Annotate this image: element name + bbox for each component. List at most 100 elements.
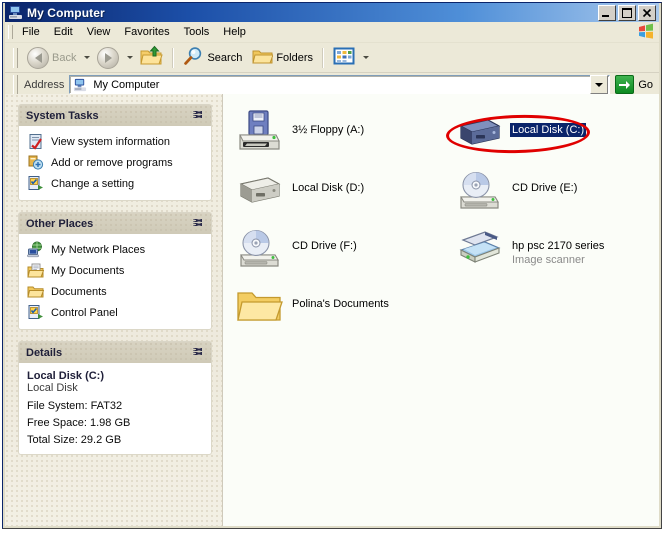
up-button[interactable] [135,45,168,71]
panel-details: Details Local Disk (C:) Local Disk File … [18,341,212,455]
minimize-button[interactable] [598,5,616,21]
place-label: Documents [51,285,107,298]
toolbar-separator-2 [322,47,325,68]
item-local-disk-d[interactable]: Local Disk (D:) [235,166,366,214]
item-polinas-documents[interactable]: Polina's Documents [235,282,391,330]
address-value: My Computer [93,78,160,91]
details-free-space: Free Space: 1.98 GB [27,417,131,429]
forward-button[interactable] [92,45,124,71]
views-button[interactable] [328,45,360,71]
item-local-disk-c[interactable]: Local Disk (C:) [455,108,587,156]
folder-icon [235,282,283,330]
cd-drive-icon [235,224,283,272]
place-my-documents[interactable]: My Documents [27,262,203,279]
item-text: 3½ Floppy (A:) [290,108,366,137]
task-add-or-remove-programs[interactable]: Add or remove programs [27,154,203,171]
item-text: hp psc 2170 series Image scanner [510,224,606,266]
toolbar-grip[interactable] [13,47,18,68]
place-documents[interactable]: Documents [27,283,203,300]
task-label: Add or remove programs [51,156,173,169]
chevron-up-icon[interactable] [191,217,204,230]
panel-other-places: Other Places My Network Places My Docume… [18,212,212,330]
address-label: Address [24,78,65,91]
toolbar: Back Search Folders [5,43,659,73]
green-arrow-icon [615,75,635,94]
menu-edit[interactable]: Edit [47,24,80,41]
menu-bar: File Edit View Favorites Tools Help [5,22,659,43]
address-grip[interactable] [13,74,18,95]
item-label: Local Disk (C:) [510,123,587,137]
folders-label: Folders [276,51,314,64]
folders-button[interactable]: Folders [247,45,318,71]
windows-flag-icon[interactable] [637,23,655,40]
menu-file[interactable]: File [15,24,47,41]
views-dropdown-arrow[interactable] [360,48,371,68]
my-computer-icon [73,78,87,92]
place-control-panel[interactable]: Control Panel [27,304,203,321]
panel-other-places-header[interactable]: Other Places [18,212,212,234]
network-places-icon [27,241,44,258]
control-panel-icon [27,175,44,192]
menu-grip[interactable] [8,25,13,39]
task-label: Change a setting [51,177,135,190]
item-cd-drive-f[interactable]: CD Drive (F:) [235,224,359,272]
control-panel-icon [27,304,44,321]
place-label: My Network Places [51,243,146,256]
close-button[interactable] [638,5,656,21]
address-dropdown-button[interactable] [590,75,609,94]
place-label: Control Panel [51,306,118,319]
go-button[interactable]: Go [610,75,659,94]
details-name: Local Disk (C:) [27,370,105,382]
go-label: Go [638,78,653,91]
item-label: CD Drive (F:) [292,240,357,252]
task-change-a-setting[interactable]: Change a setting [27,175,203,192]
task-label: View system information [51,135,171,148]
title-bar[interactable]: My Computer [5,3,659,22]
chevron-up-icon[interactable] [191,346,204,359]
panel-details-body: Local Disk (C:) Local Disk File System: … [18,363,212,455]
explorer-window: My Computer File Edit View Favorites Too… [2,2,662,529]
panel-system-tasks-header[interactable]: System Tasks [18,104,212,126]
my-computer-icon [8,5,23,20]
back-label: Back [52,51,77,64]
panel-details-header[interactable]: Details [18,341,212,363]
window-inner: My Computer File Edit View Favorites Too… [3,3,661,528]
details-type: Local Disk [27,382,78,394]
cd-drive-icon [455,166,503,214]
chevron-up-icon[interactable] [191,109,204,122]
address-input[interactable]: My Computer [69,75,611,94]
item-text: Polina's Documents [290,282,391,311]
back-arrow-icon [27,46,49,69]
up-folder-icon [140,45,164,70]
item-hp-psc-2170-series[interactable]: hp psc 2170 series Image scanner [455,224,606,272]
maximize-button[interactable] [618,5,636,21]
task-pane: System Tasks View system information Add… [5,94,223,526]
search-button[interactable]: Search [178,45,247,71]
window-controls [598,5,656,21]
forward-arrow-icon [97,46,120,69]
back-button[interactable]: Back [22,45,81,71]
item-cd-drive-e[interactable]: CD Drive (E:) [455,166,579,214]
menu-help[interactable]: Help [216,24,253,41]
menu-view[interactable]: View [80,24,118,41]
window-title: My Computer [27,5,105,20]
forward-dropdown-arrow[interactable] [124,48,135,68]
search-label: Search [207,51,243,64]
item-label: CD Drive (E:) [512,182,578,194]
menu-favorites[interactable]: Favorites [117,24,176,41]
place-my-network-places[interactable]: My Network Places [27,241,203,258]
magnifier-icon [183,46,204,69]
task-view-system-information[interactable]: View system information [27,133,203,150]
details-total-size: Total Size: 29.2 GB [27,434,122,446]
menu-tools[interactable]: Tools [177,24,217,41]
panel-title: Details [26,346,63,359]
floppy-drive-icon [235,108,283,156]
folders-icon [252,46,275,69]
item-label: Polina's Documents [292,298,389,310]
close-icon [639,6,655,20]
back-dropdown-arrow[interactable] [81,48,92,68]
panel-title: System Tasks [26,109,99,122]
item-text: Local Disk (C:) [510,108,587,137]
my-documents-icon [27,262,45,279]
item-floppy-a[interactable]: 3½ Floppy (A:) [235,108,366,156]
